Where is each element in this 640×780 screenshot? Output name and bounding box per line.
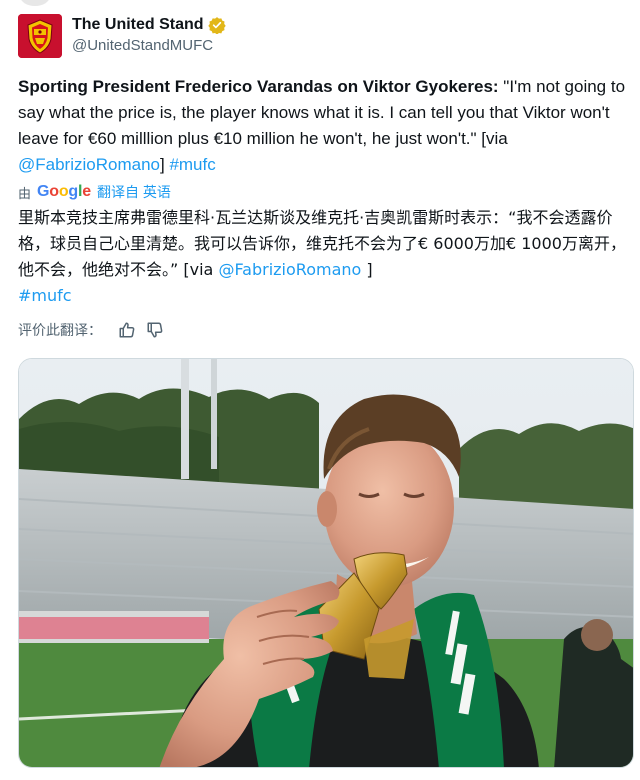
translated-close: ] <box>361 260 373 279</box>
google-logo: Google <box>37 183 91 200</box>
display-name[interactable]: The United Stand <box>72 15 204 35</box>
mention-link[interactable]: @FabrizioRomano <box>18 155 160 174</box>
translation-attribution: 由 Google 翻译自 英语 <box>18 181 171 203</box>
translated-by-label: 由 <box>18 185 32 201</box>
rate-translation-label: 评价此翻译： <box>18 322 102 338</box>
translate-source-link[interactable]: 翻译自 英语 <box>97 182 171 202</box>
translated-hashtag-link[interactable]: #mufc <box>18 286 72 305</box>
handle[interactable]: @UnitedStandMUFC <box>72 36 226 56</box>
previous-tweet-edge <box>20 0 50 6</box>
verified-badge-icon[interactable] <box>207 16 226 35</box>
translated-text: 里斯本竞技主席弗雷德里科·瓦兰达斯谈及维克托·吉奥凯雷斯时表示：“我不会透露价格… <box>18 205 634 309</box>
thumbs-up-icon[interactable] <box>118 321 136 339</box>
thumbs-down-icon[interactable] <box>146 321 164 339</box>
hashtag-link[interactable]: #mufc <box>169 155 215 174</box>
player-biting-medal-photo <box>19 359 633 767</box>
avatar[interactable] <box>18 14 62 58</box>
tweet-text: Sporting President Frederico Varandas on… <box>18 74 630 178</box>
tweet-header: The United Stand @UnitedStandMUFC <box>18 14 226 58</box>
tweet-photo[interactable] <box>18 358 634 768</box>
rate-translation: 评价此翻译： <box>18 320 164 340</box>
translated-mention-link[interactable]: @FabrizioRomano <box>218 260 361 279</box>
shield-crest-icon <box>18 14 62 58</box>
tweet-bold-lead: Sporting President Frederico Varandas on… <box>18 77 499 96</box>
